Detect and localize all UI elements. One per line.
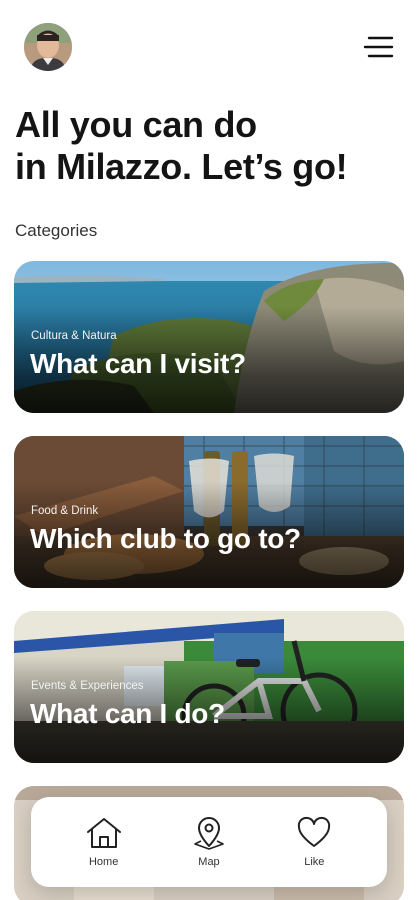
page-headline: All you can do in Milazzo. Let’s go! xyxy=(15,104,405,188)
card-title: What can I do? xyxy=(30,698,225,729)
bottom-tab-bar: Home Map Like xyxy=(31,797,387,887)
tab-map[interactable]: Map xyxy=(174,816,244,868)
card-kicker: Cultura & Natura xyxy=(31,330,117,342)
card-kicker: Events & Experiences xyxy=(31,680,144,692)
card-title: Which club to go to? xyxy=(30,523,301,554)
category-card-events-experiences[interactable]: Events & Experiences What can I do? xyxy=(14,611,404,763)
headline-cta: Let’s go! xyxy=(191,146,348,187)
headline-city: in Milazzo. xyxy=(15,146,192,187)
user-avatar[interactable] xyxy=(24,23,72,71)
tab-home[interactable]: Home xyxy=(69,816,139,868)
tab-label: Home xyxy=(88,856,119,868)
category-card-food-drink[interactable]: Food & Drink Which club to go to? xyxy=(14,436,404,588)
tab-like[interactable]: Like xyxy=(279,816,349,868)
map-pin-icon xyxy=(194,817,224,850)
hamburger-menu-icon[interactable] xyxy=(362,34,394,60)
categories-label: Categories xyxy=(15,221,98,240)
heart-icon xyxy=(298,816,331,847)
home-icon xyxy=(86,818,121,848)
top-bar xyxy=(0,0,417,80)
headline-line-2: in Milazzo. Let’s go! xyxy=(15,146,405,188)
tab-label: Map xyxy=(198,856,220,868)
card-kicker: Food & Drink xyxy=(31,505,99,517)
headline-line-1: All you can do xyxy=(15,104,257,145)
card-title: What can I visit? xyxy=(30,348,246,379)
category-card-culture-nature[interactable]: Cultura & Natura What can I visit? xyxy=(14,261,404,413)
tab-label: Like xyxy=(304,856,325,868)
